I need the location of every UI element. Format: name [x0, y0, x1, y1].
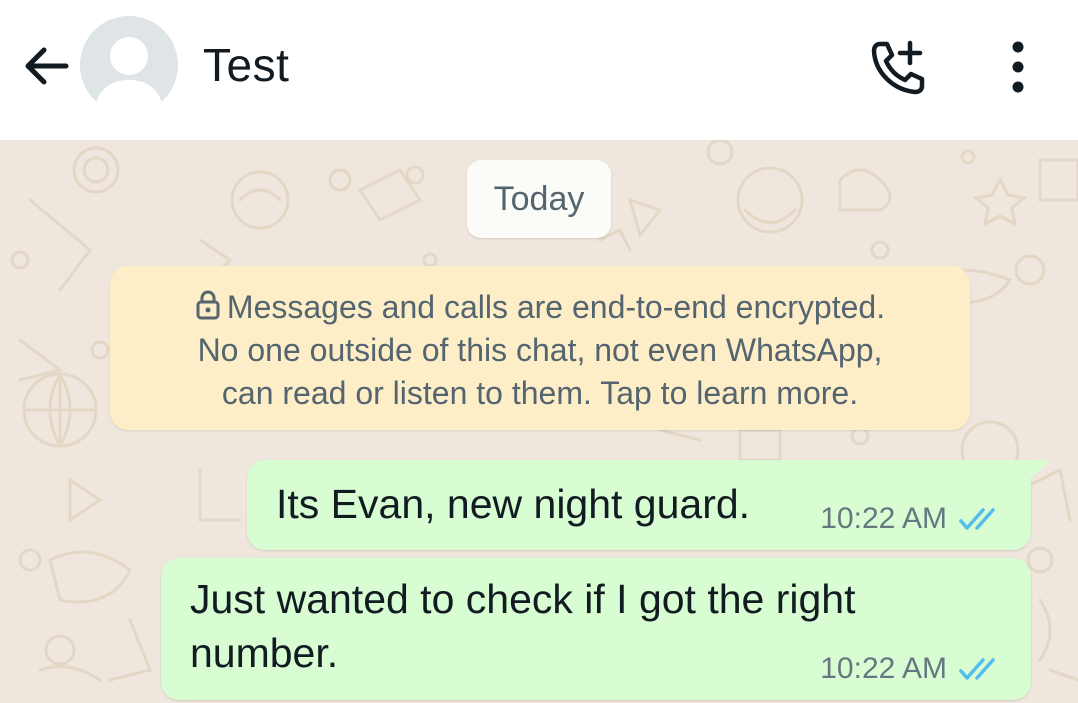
bubble-tail — [1029, 460, 1051, 480]
add-call-icon — [871, 40, 925, 95]
back-button[interactable] — [18, 38, 74, 94]
double-check-read-icon — [959, 658, 995, 680]
encryption-notice-line-2: No one outside of this chat, not even Wh… — [197, 332, 883, 368]
arrow-left-icon — [25, 47, 69, 85]
date-chip: Today — [467, 160, 611, 238]
add-call-button[interactable] — [866, 34, 932, 100]
message-time: 10:22 AM — [820, 652, 947, 685]
avatar[interactable] — [80, 16, 178, 114]
message-bubble-outgoing[interactable]: Just wanted to check if I got the right … — [161, 558, 1031, 700]
message-time: 10:22 AM — [820, 502, 947, 535]
message-text: Its Evan, new night guard. — [276, 481, 751, 527]
message-meta: 10:22 AM — [820, 652, 1005, 686]
lock-icon — [196, 290, 220, 320]
encryption-notice-line-1: Messages and calls are end-to-end encryp… — [110, 286, 970, 329]
encryption-notice[interactable]: Messages and calls are end-to-end encryp… — [110, 266, 970, 430]
default-avatar-icon — [80, 16, 178, 114]
encryption-notice-line-3: can read or listen to them. Tap to learn… — [221, 375, 859, 411]
message-bubble-outgoing[interactable]: Its Evan, new night guard. 10:22 AM — [247, 460, 1051, 550]
encryption-notice-text-1: Messages and calls are end-to-end encryp… — [226, 289, 886, 325]
more-options-button[interactable] — [996, 36, 1040, 100]
more-vert-icon — [1012, 41, 1024, 93]
contact-name[interactable]: Test — [203, 38, 289, 92]
message-meta: 10:22 AM — [820, 502, 1005, 536]
chat-header: Test — [0, 0, 1078, 140]
double-check-read-icon — [959, 508, 995, 530]
